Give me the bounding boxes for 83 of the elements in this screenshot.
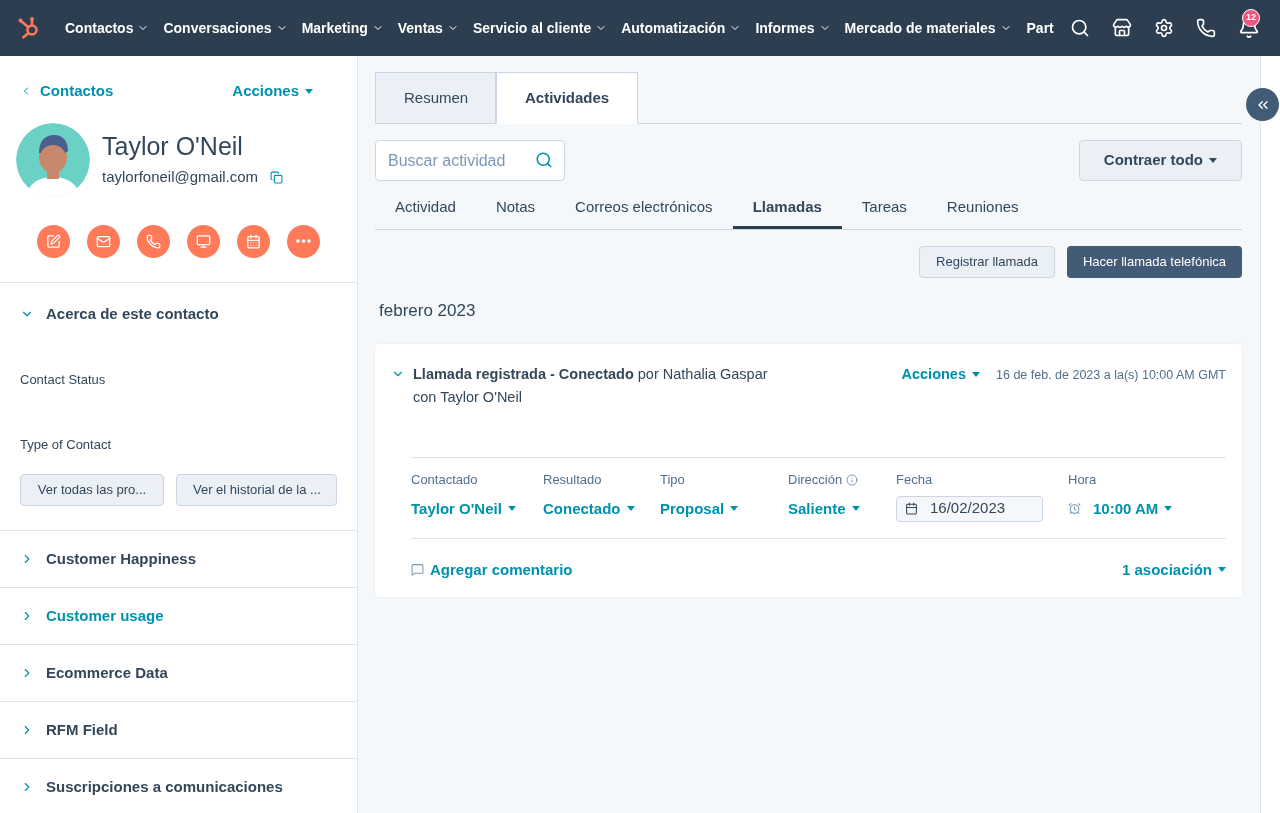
secondary-button[interactable]: Ver todas las pro... [20, 474, 164, 506]
filter-tab[interactable]: Correos electrónicos [555, 189, 733, 229]
field-dropdown[interactable]: Conectado [543, 497, 660, 520]
section-header[interactable]: Customer Happiness [0, 530, 357, 587]
email-icon [96, 233, 111, 249]
nav-menu-item[interactable]: Automatización [621, 17, 742, 39]
search-field[interactable]: Buscar actividad [375, 140, 565, 181]
caret-icon [1164, 506, 1173, 512]
make-call-button[interactable]: Hacer llamada telefónica [1066, 246, 1242, 278]
calendar-icon [246, 233, 261, 249]
nav-menu-item[interactable]: Conversaciones [163, 17, 288, 39]
nav-menu-item[interactable]: Servicio al cliente [472, 17, 608, 39]
section-header[interactable]: Acerca de este contacto [20, 302, 219, 325]
caret-icon [507, 506, 516, 512]
action-button[interactable] [87, 224, 120, 258]
caret-icon [972, 371, 980, 377]
section-header[interactable]: Ecommerce Data [0, 644, 357, 701]
phone-icon [146, 233, 161, 249]
activity-timestamp: 16 de feb. de 2023 a la(s) 10:00 AM GMT [996, 366, 1226, 384]
month-heading: febrero 2023 [379, 300, 477, 322]
activity-title: Llamada registrada - Conectado por Nathalia Gaspar [413, 364, 768, 384]
field-label: Dirección [788, 471, 843, 489]
property-label: Contact Status [20, 371, 107, 389]
associations-dropdown[interactable]: 1 asociación [1121, 558, 1226, 581]
caret-icon [1218, 567, 1226, 573]
comment-icon [411, 563, 424, 577]
caret-icon [305, 88, 313, 94]
caret-icon [730, 506, 739, 512]
tab[interactable]: Actividades [496, 72, 638, 124]
field-label: Resultado [543, 471, 602, 489]
activity-subtitle: con Taylor O'Neil [413, 388, 523, 408]
nav-menu-item[interactable]: Informes [755, 17, 831, 39]
actions-dropdown[interactable]: Acciones [232, 80, 313, 103]
alarm-icon [1068, 502, 1081, 516]
log-call-button[interactable]: Registrar llamada [919, 246, 1055, 278]
filter-tab[interactable]: Llamadas [732, 189, 842, 229]
tab[interactable]: Resumen [375, 72, 496, 124]
field-label: Contactado [411, 471, 478, 489]
caret-icon [851, 506, 860, 512]
settings-icon[interactable] [1154, 18, 1174, 38]
contact-name: Taylor O'Neil [102, 130, 244, 162]
action-button[interactable] [137, 224, 170, 258]
secondary-button[interactable]: Ver el historial de la ... [176, 474, 337, 506]
marketplace-icon[interactable] [1112, 18, 1132, 38]
back-link[interactable]: Contactos [20, 80, 114, 103]
action-button[interactable] [237, 224, 270, 258]
nav-menu-item[interactable]: Mercado de materiales [844, 17, 1012, 39]
phone-icon[interactable] [1196, 18, 1216, 38]
field-label: Tipo [660, 471, 685, 489]
screen-icon [196, 233, 211, 249]
action-button[interactable] [287, 224, 320, 258]
actions-dropdown[interactable]: Acciones [901, 363, 980, 386]
filter-tab[interactable]: Reuniones [926, 189, 1039, 229]
more-icon [296, 239, 311, 243]
search-icon [535, 151, 553, 169]
field-dropdown[interactable]: Proposal [660, 497, 788, 520]
nav-menu-item[interactable]: Contactos [65, 17, 150, 39]
field-dropdown[interactable]: Taylor O'Neil [411, 497, 543, 520]
caret-icon [1209, 158, 1217, 163]
contact-email: taylorfoneil@gmail.com [102, 166, 259, 187]
nav-menu-item[interactable]: Ventas [397, 17, 459, 39]
search-icon[interactable] [1070, 18, 1090, 38]
collapse-all-button[interactable]: Contraer todo [1078, 140, 1242, 181]
section-header[interactable]: Suscripciones a comunicaciones [0, 758, 357, 813]
filter-tab[interactable]: Notas [475, 189, 556, 229]
copy-icon[interactable] [270, 170, 284, 184]
field-label: Hora [1068, 471, 1097, 489]
time-dropdown[interactable]: 10:00 AM [1093, 497, 1173, 520]
nav-menu-item[interactable]: Marketing [301, 17, 384, 39]
filter-tab[interactable]: Tareas [841, 189, 927, 229]
property-label: Type of Contact [20, 435, 113, 454]
add-comment-link[interactable]: Agregar comentario [430, 558, 573, 581]
action-button[interactable] [187, 224, 220, 258]
field-label: Fecha [896, 471, 933, 489]
nav-menu-item[interactable]: Part [1026, 17, 1054, 39]
notification-count: 12 [1242, 9, 1260, 27]
section-header[interactable]: RFM Field [0, 701, 357, 758]
section-header[interactable]: Customer usage [0, 587, 357, 644]
filter-tab[interactable]: Actividad [375, 189, 476, 229]
note-icon [46, 233, 61, 249]
action-button[interactable] [37, 224, 70, 258]
caret-icon [626, 506, 635, 512]
field-dropdown[interactable]: Saliente [788, 497, 896, 520]
